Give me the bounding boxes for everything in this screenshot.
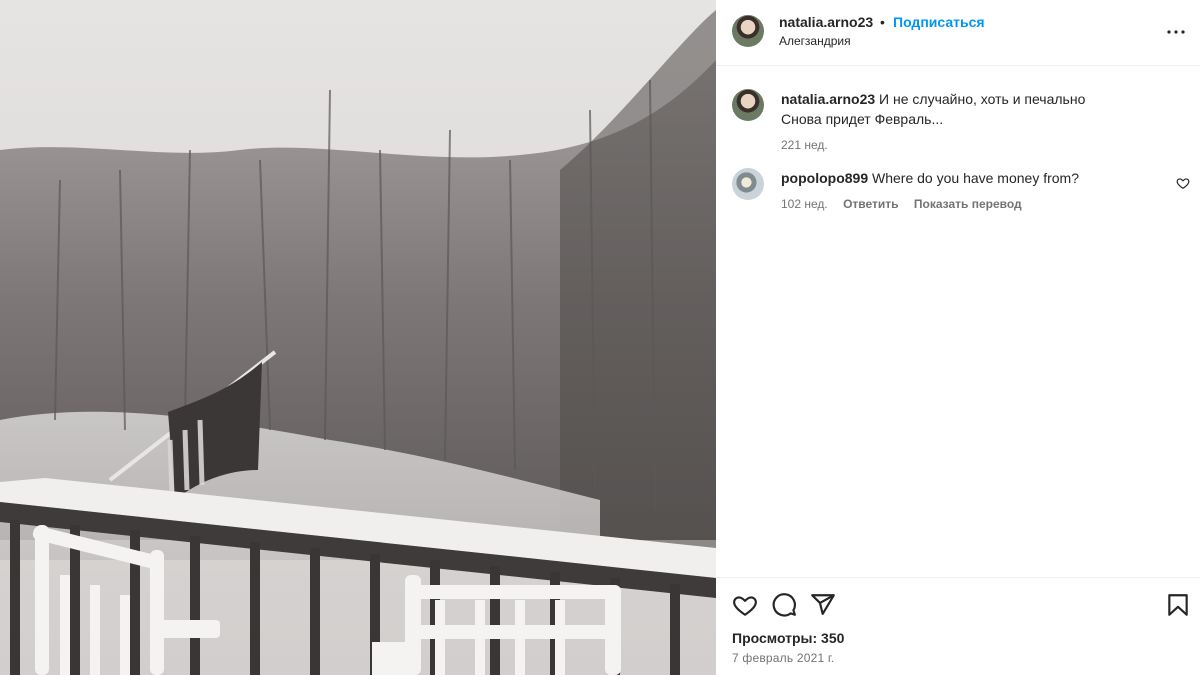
- caption-comment: natalia.arno23 И не случайно, хоть и печ…: [781, 89, 1161, 155]
- view-count[interactable]: Просмотры: 350: [732, 630, 844, 646]
- post-media[interactable]: [0, 0, 716, 675]
- post-sidebar: natalia.arno23 • Подписаться Алегзандрия…: [716, 0, 1200, 675]
- translate-button[interactable]: Показать перевод: [914, 197, 1022, 211]
- commenter-avatar[interactable]: [732, 168, 764, 200]
- comment-item: popolopo899 Where do you have money from…: [781, 168, 1161, 214]
- reply-button[interactable]: Ответить: [843, 197, 898, 211]
- post-date[interactable]: 7 февраль 2021 г.: [732, 651, 835, 665]
- author-avatar[interactable]: [732, 15, 764, 47]
- comment-icon[interactable]: [771, 592, 797, 618]
- heart-icon[interactable]: [732, 592, 758, 618]
- bookmark-icon[interactable]: [1165, 592, 1191, 618]
- post-actions: Просмотры: 350 7 февраль 2021 г.: [716, 577, 1200, 675]
- follow-button[interactable]: Подписаться: [893, 14, 985, 30]
- comment-text: Where do you have money from?: [872, 170, 1080, 186]
- media-snow-scene: [0, 0, 716, 675]
- caption-avatar[interactable]: [732, 89, 764, 121]
- caption-age[interactable]: 221 нед.: [781, 138, 828, 152]
- post-location[interactable]: Алегзандрия: [779, 34, 851, 48]
- author-username[interactable]: natalia.arno23: [779, 14, 873, 30]
- caption-username[interactable]: natalia.arno23: [781, 91, 875, 107]
- post-header: natalia.arno23 • Подписаться Алегзандрия: [716, 0, 1200, 66]
- share-icon[interactable]: [810, 592, 836, 618]
- more-options-icon[interactable]: [1164, 20, 1188, 44]
- comment-username[interactable]: popolopo899: [781, 170, 868, 186]
- comment-age[interactable]: 102 нед.: [781, 197, 828, 211]
- header-separator: •: [880, 14, 885, 30]
- comment-like-heart-icon[interactable]: [1176, 176, 1190, 190]
